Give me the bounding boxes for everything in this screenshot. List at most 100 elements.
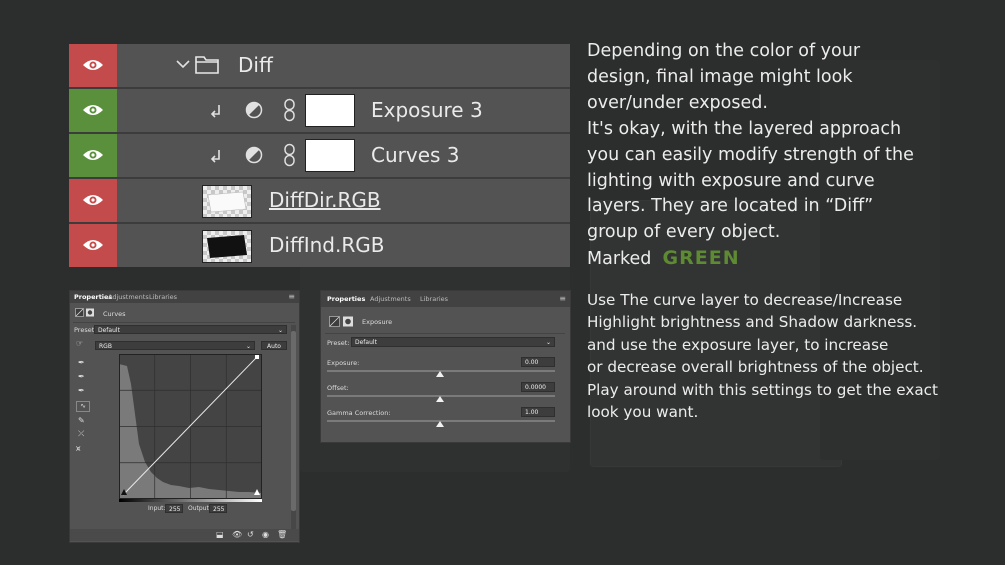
trash-icon[interactable]: 🗑 (277, 530, 287, 539)
layer-name: Curves 3 (371, 143, 460, 167)
link-icon[interactable] (283, 143, 296, 167)
panel-menu-icon[interactable]: ≡ (288, 292, 295, 301)
curve-point-tool-icon[interactable]: ∿ (76, 401, 90, 412)
tab-libraries[interactable]: Libraries (149, 293, 177, 301)
chevron-down-icon[interactable] (176, 59, 190, 69)
clipping-arrow-icon (211, 150, 220, 163)
panel-tabs: Properties Adjustments Libraries ≡ (70, 291, 299, 303)
layer-row-diff[interactable]: Diff (69, 44, 570, 89)
text-line: over/under exposed. (587, 92, 768, 113)
chevron-down-icon: ⌄ (245, 343, 251, 350)
visibility-toggle[interactable] (69, 224, 117, 267)
layer-row-diffind[interactable]: DiffInd.RGB (69, 224, 570, 267)
exposure-field[interactable]: 0.00 (521, 357, 555, 367)
eye-icon (83, 60, 103, 70)
adjustment-layer-icon (245, 101, 263, 119)
folder-icon (195, 56, 219, 74)
white-point-slider[interactable] (254, 489, 260, 495)
text-line: and use the exposure layer, to increase (587, 335, 889, 354)
layer-row-diffdir[interactable]: DiffDir.RGB (69, 179, 570, 224)
eye-icon (83, 150, 103, 160)
offset-field[interactable]: 0.0000 (521, 382, 555, 392)
eyedropper-gray-icon[interactable]: ✒ (78, 372, 85, 381)
tab-libraries[interactable]: Libraries (420, 295, 448, 303)
tab-properties[interactable]: Properties (327, 295, 365, 303)
gamma-label: Gamma Correction: (327, 409, 391, 417)
output-field[interactable]: 255 (209, 504, 227, 513)
exposure-label: Exposure: (327, 359, 360, 367)
green-label: GREEN (662, 247, 740, 270)
text-line: Use The curve layer to decrease/Increase (587, 291, 903, 309)
instructions-text: Use The curve layer to decrease/Increase… (587, 289, 997, 423)
layer-mask-thumbnail[interactable] (305, 139, 355, 172)
exposure-slider-knob[interactable] (436, 371, 444, 377)
input-label: Input: (148, 505, 166, 512)
preset-value: Default (355, 339, 377, 346)
text-line: layers. They are located in “Diff” (587, 196, 874, 217)
text-line: or decrease overall brightness of the ob… (587, 358, 924, 377)
scrollbar-thumb[interactable] (291, 331, 296, 511)
layer-mask-thumbnail[interactable] (305, 94, 355, 127)
panel-menu-icon[interactable]: ≡ (559, 294, 566, 303)
panel-tabs: Properties Adjustments Libraries ≡ (321, 291, 570, 307)
exposure-adjustment-icon (329, 316, 353, 327)
preset-label: Preset: (327, 339, 350, 347)
target-adjust-icon[interactable]: ☞ (76, 339, 83, 348)
smooth-icon[interactable]: ⤫ (78, 429, 84, 439)
tab-adjustments[interactable]: Adjustments (370, 295, 411, 303)
visibility-icon[interactable]: ◉ (262, 530, 269, 539)
tab-adjustments[interactable]: Adjustments (108, 293, 149, 301)
eyedropper-white-icon[interactable]: ✒ (78, 386, 85, 395)
channel-select[interactable]: RGB ⌄ (95, 341, 255, 350)
text-line: It's okay, with the layered approach (587, 118, 902, 139)
visibility-toggle[interactable] (69, 179, 117, 222)
preset-select[interactable]: Default ⌄ (351, 337, 555, 347)
preset-select[interactable]: Default ⌄ (94, 325, 287, 334)
view-previous-icon[interactable]: 👁 (232, 530, 242, 539)
input-field[interactable]: 255 (165, 504, 183, 513)
black-point-slider[interactable] (121, 489, 127, 495)
chevron-down-icon: ⌄ (277, 327, 283, 334)
reset-icon[interactable]: ↺ (247, 530, 254, 539)
text-line: lighting with exposure and curve (587, 170, 875, 191)
adjustment-layer-icon (245, 146, 263, 164)
channel-value: RGB (99, 343, 112, 350)
layer-thumbnail[interactable] (202, 230, 252, 263)
layers-panel: Diff Exposure 3 Curves 3 DiffDir.RGB Dif… (69, 44, 570, 267)
text-line: group of every object. (587, 222, 781, 243)
layer-name: DiffInd.RGB (269, 233, 385, 257)
layer-row-curves[interactable]: Curves 3 (69, 134, 570, 179)
marked-label: Marked (587, 249, 652, 270)
clipping-warning-icon[interactable]: ⩙ (76, 444, 81, 454)
scrollbar[interactable] (291, 325, 296, 529)
curves-properties-panel: Properties Adjustments Libraries ≡ Curve… (69, 290, 300, 543)
preset-value: Default (98, 327, 120, 334)
link-icon[interactable] (283, 98, 296, 122)
text-line: Highlight brightness and Shadow darkness… (587, 313, 918, 332)
gamma-slider-knob[interactable] (436, 421, 444, 427)
text-line: look you want. (587, 403, 699, 422)
visibility-toggle[interactable] (69, 44, 117, 87)
tab-properties[interactable]: Properties (74, 293, 112, 301)
text-line: design, final image might look (587, 66, 853, 87)
gradient-bar (119, 499, 262, 502)
clip-to-layer-icon[interactable]: ⬓ (216, 530, 224, 539)
text-line: Play around with this settings to get th… (587, 380, 938, 399)
curves-graph[interactable] (119, 354, 262, 499)
layer-thumbnail[interactable] (202, 185, 252, 218)
panel-title: Curves (103, 310, 126, 318)
eye-icon (83, 240, 103, 250)
offset-slider-knob[interactable] (436, 396, 444, 402)
exposure-properties-panel: Properties Adjustments Libraries ≡ Expos… (320, 290, 571, 443)
chevron-down-icon: ⌄ (545, 339, 551, 346)
visibility-toggle[interactable] (69, 89, 117, 132)
eyedropper-black-icon[interactable]: ✒ (78, 358, 85, 367)
panel-footer: ⬓ 👁 ↺ ◉ 🗑 (70, 529, 299, 541)
explanation-text: Depending on the color of your design, f… (587, 39, 997, 273)
layer-row-exposure[interactable]: Exposure 3 (69, 89, 570, 134)
auto-button[interactable]: Auto (261, 341, 287, 350)
gamma-field[interactable]: 1.00 (521, 407, 555, 417)
pencil-icon[interactable]: ✎ (78, 416, 85, 425)
visibility-toggle[interactable] (69, 134, 117, 177)
output-label: Output: (188, 505, 211, 512)
